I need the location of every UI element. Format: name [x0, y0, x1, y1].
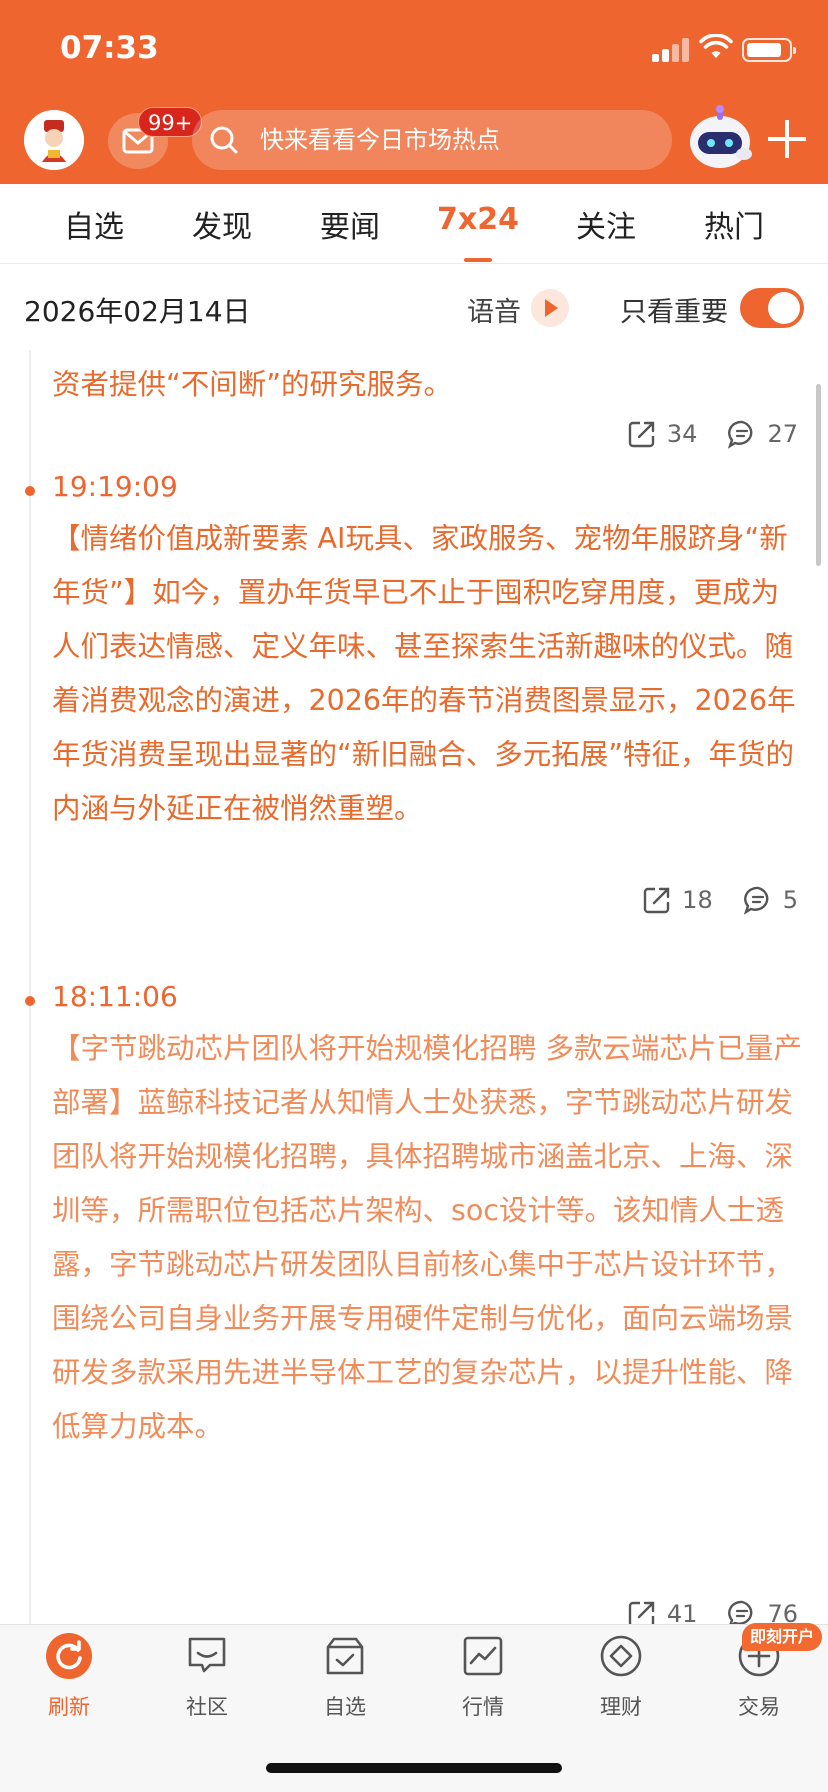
play-voice-icon[interactable]: [531, 289, 569, 327]
comment-button[interactable]: 76: [727, 1599, 798, 1624]
nav-community[interactable]: 社区: [138, 1631, 276, 1721]
tab-hot[interactable]: 热门: [686, 202, 782, 246]
tab-7x24[interactable]: 7x24: [430, 202, 526, 237]
tab-following[interactable]: 关注: [558, 202, 654, 246]
scrollbar[interactable]: [816, 384, 821, 566]
nav-label: 刷新: [48, 1695, 90, 1719]
add-button[interactable]: [764, 116, 810, 162]
share-count: 18: [682, 886, 713, 914]
comment-icon: [728, 420, 753, 449]
news-text: 【情绪价值成新要素 AI玩具、家政服务、宠物年服跻身“新年货”】如今，置办年货早…: [52, 522, 796, 825]
open-account-badge[interactable]: 即刻开户: [742, 1623, 823, 1651]
robot-assistant-icon[interactable]: [684, 104, 756, 176]
tab-watchlist[interactable]: 自选: [46, 202, 142, 246]
watchlist-icon: [326, 1637, 364, 1675]
news-actions: 18 5: [612, 882, 798, 918]
news-feed[interactable]: 却在紧锣密鼓地开电话会、讲AI、聊港股，试图在假期为投资者提供“不间断”的研究服…: [0, 350, 828, 1624]
comment-icon: [743, 886, 769, 915]
comment-count: 76: [767, 1600, 798, 1624]
news-time: 18:11:06: [52, 980, 178, 1013]
nav-label: 行情: [462, 1695, 504, 1719]
channel-tabs: 自选 发现 要闻 7x24 关注 热门: [0, 184, 828, 264]
active-tab-indicator: [464, 258, 492, 262]
share-icon: [628, 1601, 655, 1624]
search-bar[interactable]: 快来看看今日市场热点: [192, 110, 672, 170]
battery-icon: [742, 38, 796, 62]
share-count: 41: [666, 1600, 698, 1624]
market-icon: [463, 1636, 503, 1676]
top-header: 07:33 99+ 快来看看今日市场热点: [0, 0, 828, 184]
news-actions: 34 27: [597, 416, 798, 452]
nav-wealth[interactable]: 理财: [552, 1631, 690, 1721]
home-indicator[interactable]: [266, 1763, 562, 1773]
timeline-dot: [25, 996, 35, 1006]
tab-discover[interactable]: 发现: [174, 202, 270, 246]
nav-label: 理财: [600, 1695, 642, 1719]
nav-watchlist[interactable]: 自选: [276, 1631, 414, 1721]
fortune-god-avatar-icon: [24, 110, 84, 170]
date-filter-row: 2026年02月14日 语音 只看重要: [0, 264, 828, 350]
news-text: 却在紧锣密鼓地开电话会、讲AI、聊港股，试图在假期为投资者提供“不间断”的研究服…: [52, 368, 453, 401]
nav-market[interactable]: 行情: [414, 1631, 552, 1721]
timeline-dot: [25, 486, 35, 496]
nav-label: 自选: [324, 1695, 366, 1719]
comment-icon: [728, 1600, 753, 1624]
nav-label: 社区: [186, 1695, 228, 1719]
news-text: 【字节跳动芯片团队将开始规模化招聘 多款云端芯片已量产部署】蓝鲸科技记者从知情人…: [52, 1032, 803, 1443]
comment-count: 27: [767, 420, 798, 448]
feed-date: 2026年02月14日: [24, 295, 251, 328]
tab-headlines[interactable]: 要闻: [302, 202, 398, 246]
refresh-icon: [46, 1633, 92, 1679]
news-time: 19:19:09: [52, 470, 178, 503]
comment-button[interactable]: 5: [743, 885, 798, 915]
status-time: 07:33: [60, 30, 159, 66]
important-only-label: 只看重要: [620, 297, 728, 328]
wifi-icon: [699, 34, 733, 58]
timeline-line: [29, 350, 31, 1624]
search-icon: [210, 126, 238, 154]
share-icon: [628, 421, 655, 448]
share-button[interactable]: 41: [627, 1599, 698, 1624]
voice-label[interactable]: 语音: [467, 290, 521, 329]
share-button[interactable]: 18: [642, 885, 713, 915]
share-count: 34: [666, 420, 698, 448]
nav-label: 交易: [738, 1695, 780, 1719]
important-only-toggle[interactable]: [740, 288, 804, 328]
nav-refresh[interactable]: 刷新: [0, 1631, 138, 1721]
search-placeholder: 快来看看今日市场热点: [260, 126, 500, 154]
community-icon: [188, 1637, 226, 1673]
share-icon: [643, 887, 670, 914]
share-button[interactable]: 34: [627, 419, 698, 449]
news-actions: 41 76: [597, 1596, 798, 1624]
cellular-signal-icon: [652, 38, 689, 62]
wealth-icon: [600, 1635, 642, 1677]
comment-button[interactable]: 27: [727, 419, 798, 449]
user-avatar[interactable]: [24, 110, 84, 170]
comment-count: 5: [782, 886, 798, 914]
